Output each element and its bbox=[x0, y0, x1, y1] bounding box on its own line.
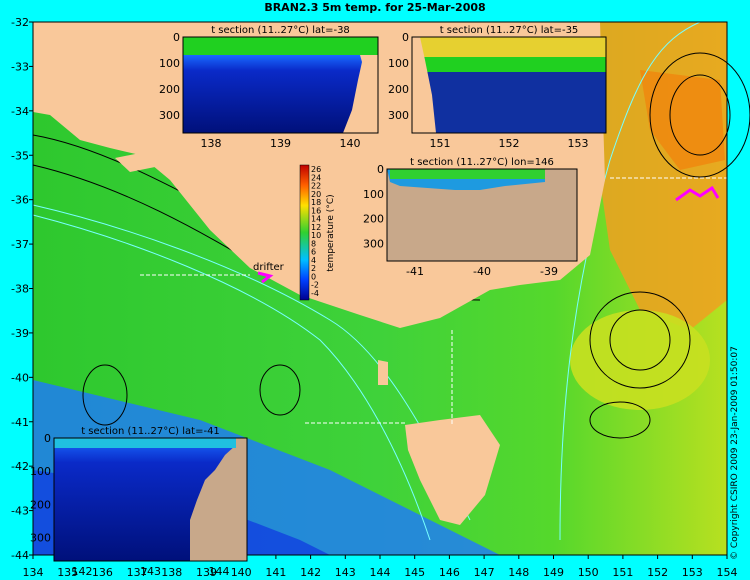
map-x-tick-label: 145 bbox=[404, 566, 425, 579]
map-y-tick-label: -38 bbox=[11, 283, 29, 296]
map-x-tick-label: 148 bbox=[508, 566, 529, 579]
inset-y-tick-label: 200 bbox=[30, 498, 51, 511]
map-x-tick-label: 149 bbox=[543, 566, 564, 579]
map-x-tick-label: 142 bbox=[300, 566, 321, 579]
map-y-tick-label: -33 bbox=[11, 60, 29, 73]
map-y-tick-label: -44 bbox=[11, 549, 29, 562]
inset-y-tick-label: 0 bbox=[377, 163, 384, 176]
map-y-tick-label: -34 bbox=[11, 105, 29, 118]
inset-section-lat-38 bbox=[182, 36, 379, 134]
inset-title: t section (11..27°C) lat=-38 bbox=[211, 25, 350, 36]
drifter-label: drifter bbox=[253, 262, 285, 273]
map-x-tick-label: 153 bbox=[682, 566, 703, 579]
inset-y-tick-label: 0 bbox=[173, 31, 180, 44]
map-x-tick-label: 140 bbox=[231, 566, 252, 579]
inset-section-lon146 bbox=[386, 168, 578, 262]
map-x-tick-label: 154 bbox=[717, 566, 738, 579]
map-canvas: drifter 134 135 136 137 138 139 140 141 142 143 14… bbox=[11, 16, 750, 579]
inset-y-tick-label: 300 bbox=[159, 109, 180, 122]
inset-x-tick-label: 144 bbox=[209, 565, 230, 578]
inset-title: t section (11..27°C) lon=146 bbox=[410, 157, 554, 168]
inset-y-tick-label: 200 bbox=[363, 213, 384, 226]
inset-x-tick-label: -39 bbox=[540, 265, 558, 278]
yellow-eddy bbox=[570, 310, 710, 410]
inset-x-tick-label: 140 bbox=[340, 137, 361, 150]
map-y-tick-label: -41 bbox=[11, 416, 29, 429]
inset-title: t section (11..27°C) lat=-35 bbox=[440, 25, 579, 36]
inset-x-tick-label: 139 bbox=[270, 137, 291, 150]
inset-x-tick-label: -41 bbox=[406, 265, 424, 278]
map-x-tick-label: 134 bbox=[23, 566, 44, 579]
map-x-tick-label: 141 bbox=[265, 566, 286, 579]
inset-surface bbox=[390, 169, 545, 179]
inset-y-tick-label: 0 bbox=[402, 31, 409, 44]
map-y-tick-label: -35 bbox=[11, 149, 29, 162]
colorbar-gradient bbox=[299, 164, 310, 301]
map-y-tick-label: -32 bbox=[11, 16, 29, 29]
inset-x-tick-label: 153 bbox=[568, 137, 589, 150]
inset-y-tick-label: 100 bbox=[363, 188, 384, 201]
inset-y-tick-label: 100 bbox=[388, 57, 409, 70]
inset-thermocline bbox=[412, 57, 606, 72]
inset-water bbox=[183, 55, 362, 133]
inset-surface bbox=[54, 438, 236, 448]
inset-x-tick-label: 152 bbox=[499, 137, 520, 150]
colorbar-tick-label: -4 bbox=[311, 289, 319, 298]
inset-y-tick-label: 300 bbox=[388, 109, 409, 122]
inset-section-lat-41 bbox=[53, 437, 248, 562]
map-x-tick-label: 150 bbox=[578, 566, 599, 579]
inset-surface bbox=[412, 37, 606, 57]
map-y-tick-label: -42 bbox=[11, 460, 29, 473]
inset-y-tick-label: 200 bbox=[388, 83, 409, 96]
map-x-tick-label: 151 bbox=[612, 566, 633, 579]
king-island bbox=[378, 360, 388, 385]
inset-x-tick-label: 143 bbox=[140, 565, 161, 578]
inset-y-tick-label: 0 bbox=[44, 432, 51, 445]
map-y-tick-label: -36 bbox=[11, 194, 29, 207]
inset-title: t section (11..27°C) lat=-41 bbox=[81, 426, 220, 437]
inset-x-tick-label: -40 bbox=[473, 265, 491, 278]
colorbar-label: temperature (°C) bbox=[326, 194, 336, 271]
map-x-tick-label: 152 bbox=[647, 566, 668, 579]
inset-y-tick-label: 100 bbox=[30, 465, 51, 478]
inset-x-tick-label: 142 bbox=[72, 565, 93, 578]
map-x-tick-label: 147 bbox=[474, 566, 495, 579]
map-y-tick-label: -39 bbox=[11, 327, 29, 340]
inset-surface bbox=[183, 37, 378, 55]
map-y-tick-label: -37 bbox=[11, 238, 29, 251]
inset-x-tick-label: 138 bbox=[201, 137, 222, 150]
inset-y-tick-label: 200 bbox=[159, 83, 180, 96]
map-y-tick-label: -43 bbox=[11, 505, 29, 518]
copyright-text: © Copyright CSIRO 2009 23-Jan-2009 01:50… bbox=[730, 346, 740, 560]
map-x-tick-label: 146 bbox=[439, 566, 460, 579]
map-figure: BRAN2.3 5m temp. for 25-Mar-2008 drifter… bbox=[0, 0, 750, 580]
map-y-axis: -32 -33 -34 -35 -36 -37 -38 -39 -40 -41 -42 -43 -44 bbox=[11, 16, 33, 562]
inset-y-tick-label: 300 bbox=[30, 532, 51, 545]
map-y-tick-label: -40 bbox=[11, 371, 29, 384]
map-x-tick-label: 144 bbox=[370, 566, 391, 579]
inset-y-tick-label: 300 bbox=[363, 238, 384, 251]
inset-y-tick-label: 100 bbox=[159, 57, 180, 70]
inset-x-tick-label: 151 bbox=[430, 137, 451, 150]
inset-section-lat-35 bbox=[411, 36, 607, 134]
map-x-tick-label: 143 bbox=[335, 566, 356, 579]
map-x-tick-label: 138 bbox=[161, 566, 182, 579]
map-x-tick-label: 136 bbox=[92, 566, 113, 579]
